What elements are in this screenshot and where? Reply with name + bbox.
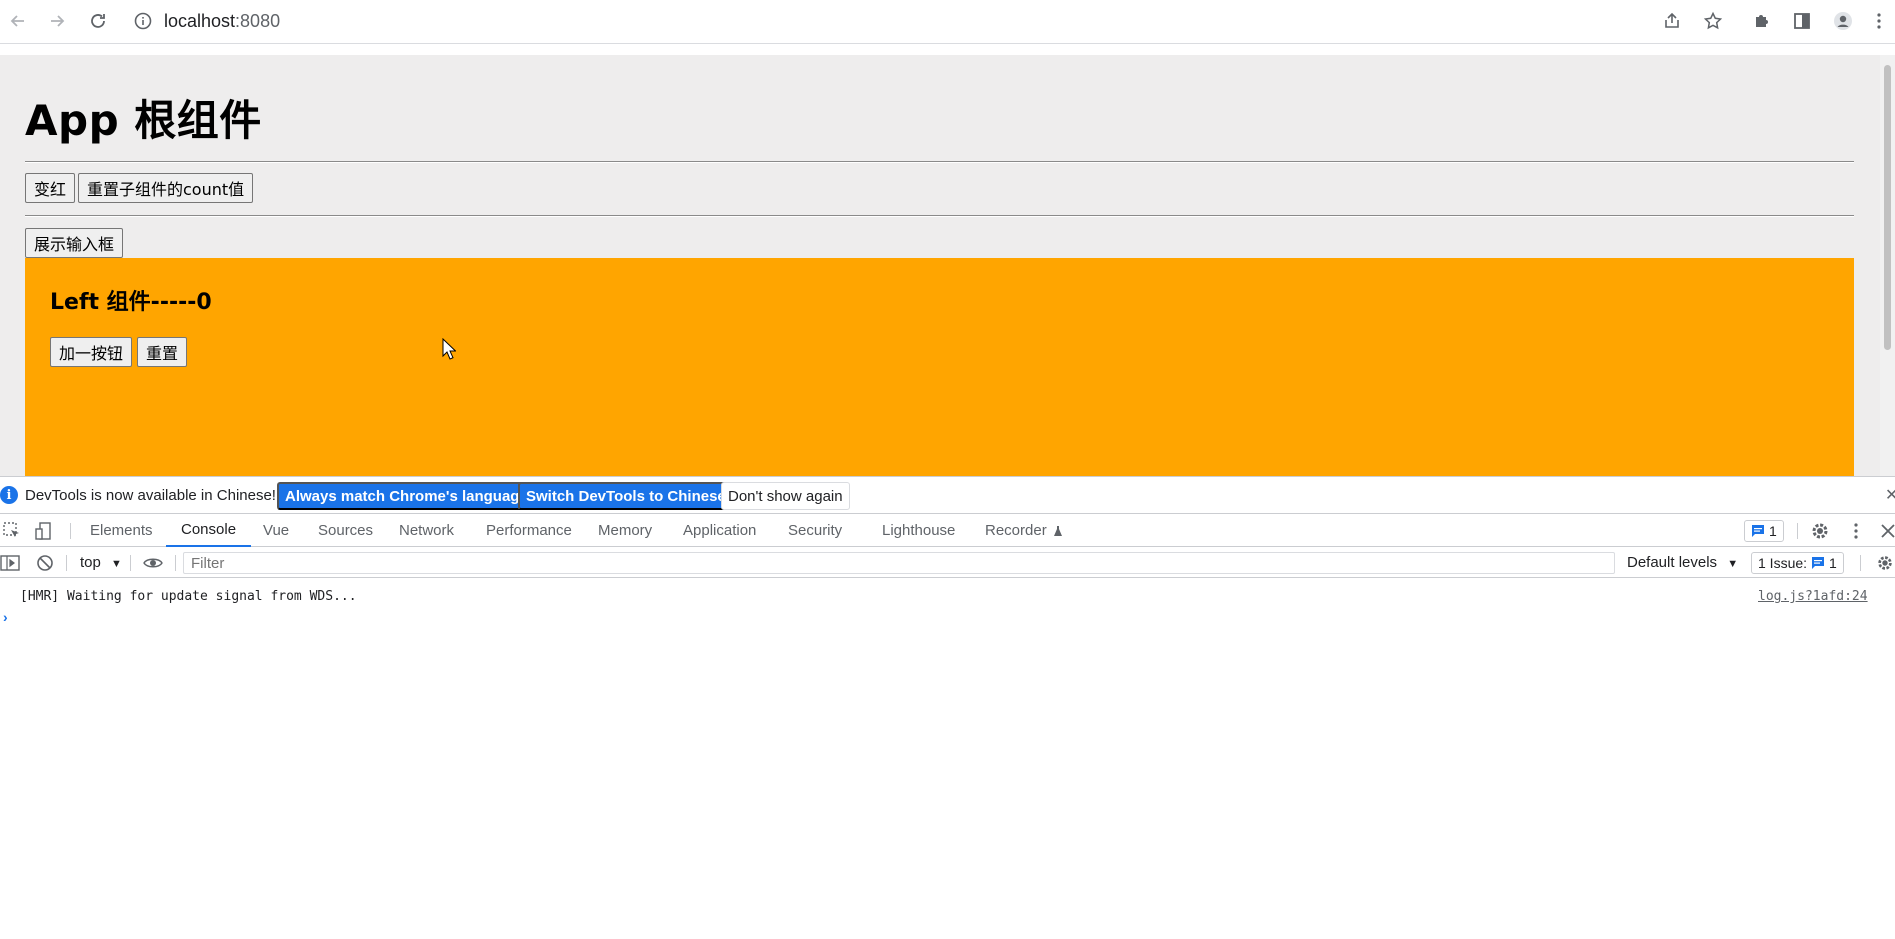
separator — [70, 523, 71, 539]
issues-count: 1 — [1829, 555, 1837, 571]
separator — [130, 555, 131, 571]
share-button[interactable] — [1658, 7, 1686, 35]
left-component-title: Left 组件-----0 — [50, 290, 212, 315]
tab-performance[interactable]: Performance — [486, 514, 572, 547]
side-panel-button[interactable] — [1788, 7, 1816, 35]
tab-recorder[interactable]: Recorder — [985, 514, 1064, 547]
bookmark-button[interactable] — [1699, 7, 1727, 35]
url-host: localhost — [164, 10, 236, 31]
clear-console-icon[interactable] — [36, 554, 54, 572]
caret-down-icon: ▼ — [1727, 558, 1739, 570]
left-component: Left 组件-----0 加一按钮 重置 — [25, 258, 1854, 476]
eye-icon[interactable] — [143, 555, 163, 571]
turn-red-button[interactable]: 变红 — [25, 173, 76, 203]
kebab-menu-icon[interactable] — [1846, 521, 1866, 541]
context-label: top — [80, 554, 101, 571]
separator — [66, 555, 67, 571]
close-icon[interactable]: ✕ — [1885, 485, 1895, 505]
tab-network[interactable]: Network — [399, 514, 454, 547]
settings-gear-icon[interactable] — [1810, 521, 1830, 541]
page-viewport: App 根组件 变红 重置子组件的count值 展示输入框 Left 组件---… — [0, 55, 1880, 476]
message-icon — [1752, 525, 1764, 537]
reload-button[interactable] — [84, 7, 112, 35]
separator — [1860, 555, 1861, 571]
tab-console[interactable]: Console — [166, 514, 252, 547]
divider — [25, 215, 1854, 217]
issues-badge[interactable]: 1 Issue: 1 — [1751, 552, 1844, 574]
arrow-right-icon — [51, 15, 65, 27]
avatar-icon — [1834, 12, 1852, 30]
devtools-language-infobar: i DevTools is now available in Chinese! … — [0, 477, 1895, 514]
dont-show-again-button[interactable]: Don't show again — [721, 482, 850, 510]
star-icon — [1703, 11, 1723, 30]
scrollbar-thumb[interactable] — [1884, 65, 1891, 350]
divider — [25, 161, 1854, 163]
messages-count: 1 — [1769, 523, 1777, 539]
separator — [1797, 523, 1798, 539]
infobar-message: DevTools is now available in Chinese! — [25, 487, 276, 504]
context-selector[interactable]: top ▼ — [80, 554, 122, 571]
console-settings-gear-icon[interactable] — [1876, 554, 1894, 572]
show-input-button[interactable]: 展示输入框 — [25, 228, 124, 258]
always-match-language-button[interactable]: Always match Chrome's language — [277, 482, 536, 510]
separator — [175, 555, 176, 571]
console-log-message: [HMR] Waiting for update signal from WDS… — [20, 589, 357, 604]
console-toolbar: top ▼ Default levels ▼ 1 Issue: 1 — [0, 548, 1895, 578]
sidebar-toggle-icon[interactable] — [0, 554, 20, 572]
console-filter-input[interactable] — [183, 552, 1615, 574]
issues-label: 1 Issue: — [1758, 555, 1808, 571]
reset-button[interactable]: 重置 — [137, 337, 188, 367]
console-log-source-link[interactable]: log.js?1afd:24 — [1758, 589, 1868, 604]
page-scrollbar[interactable] — [1880, 55, 1895, 476]
tab-recorder-label: Recorder — [985, 522, 1047, 539]
reload-icon — [91, 14, 105, 28]
tab-elements[interactable]: Elements — [90, 514, 153, 547]
console-prompt-icon[interactable]: › — [3, 609, 8, 625]
extensions-button[interactable] — [1748, 7, 1776, 35]
flask-icon — [1053, 525, 1062, 536]
inspect-element-icon[interactable] — [2, 521, 22, 541]
profile-button[interactable] — [1829, 7, 1857, 35]
tab-application[interactable]: Application — [683, 514, 756, 547]
back-button[interactable] — [4, 7, 32, 35]
share-icon — [1665, 12, 1679, 28]
add-one-button[interactable]: 加一按钮 — [50, 337, 133, 367]
tab-memory[interactable]: Memory — [598, 514, 652, 547]
browser-toolbar: localhost:8080 — [0, 0, 1895, 44]
puzzle-icon — [1756, 15, 1768, 27]
app-title: App 根组件 — [25, 96, 262, 145]
arrow-left-icon — [10, 15, 24, 27]
log-levels-label: Default levels — [1627, 554, 1718, 571]
tab-security[interactable]: Security — [788, 514, 842, 547]
menu-button[interactable] — [1865, 7, 1893, 35]
address-bar[interactable]: localhost:8080 — [134, 7, 280, 35]
url-port: :8080 — [235, 10, 281, 31]
messages-badge[interactable]: 1 — [1744, 520, 1784, 542]
side-panel-icon — [1794, 13, 1810, 29]
switch-to-chinese-button[interactable]: Switch DevTools to Chinese — [518, 482, 734, 510]
tab-vue[interactable]: Vue — [263, 514, 289, 547]
devtools-tabbar: Elements Console Vue Sources Network Per… — [0, 514, 1895, 547]
reset-child-count-button[interactable]: 重置子组件的count值 — [78, 173, 254, 203]
forward-button[interactable] — [43, 7, 71, 35]
info-icon: i — [0, 486, 18, 504]
kebab-menu-icon — [1877, 13, 1881, 29]
tab-sources[interactable]: Sources — [318, 514, 373, 547]
caret-down-icon: ▼ — [111, 558, 122, 570]
mouse-cursor-icon — [442, 338, 456, 360]
devtools-panel: i DevTools is now available in Chinese! … — [0, 476, 1895, 939]
tab-lighthouse[interactable]: Lighthouse — [882, 514, 955, 547]
log-levels-dropdown[interactable]: Default levels ▼ — [1627, 554, 1738, 571]
site-info-icon[interactable] — [134, 12, 152, 30]
close-devtools-icon[interactable] — [1878, 521, 1895, 541]
message-icon — [1812, 557, 1825, 569]
device-toolbar-icon[interactable] — [34, 521, 54, 541]
